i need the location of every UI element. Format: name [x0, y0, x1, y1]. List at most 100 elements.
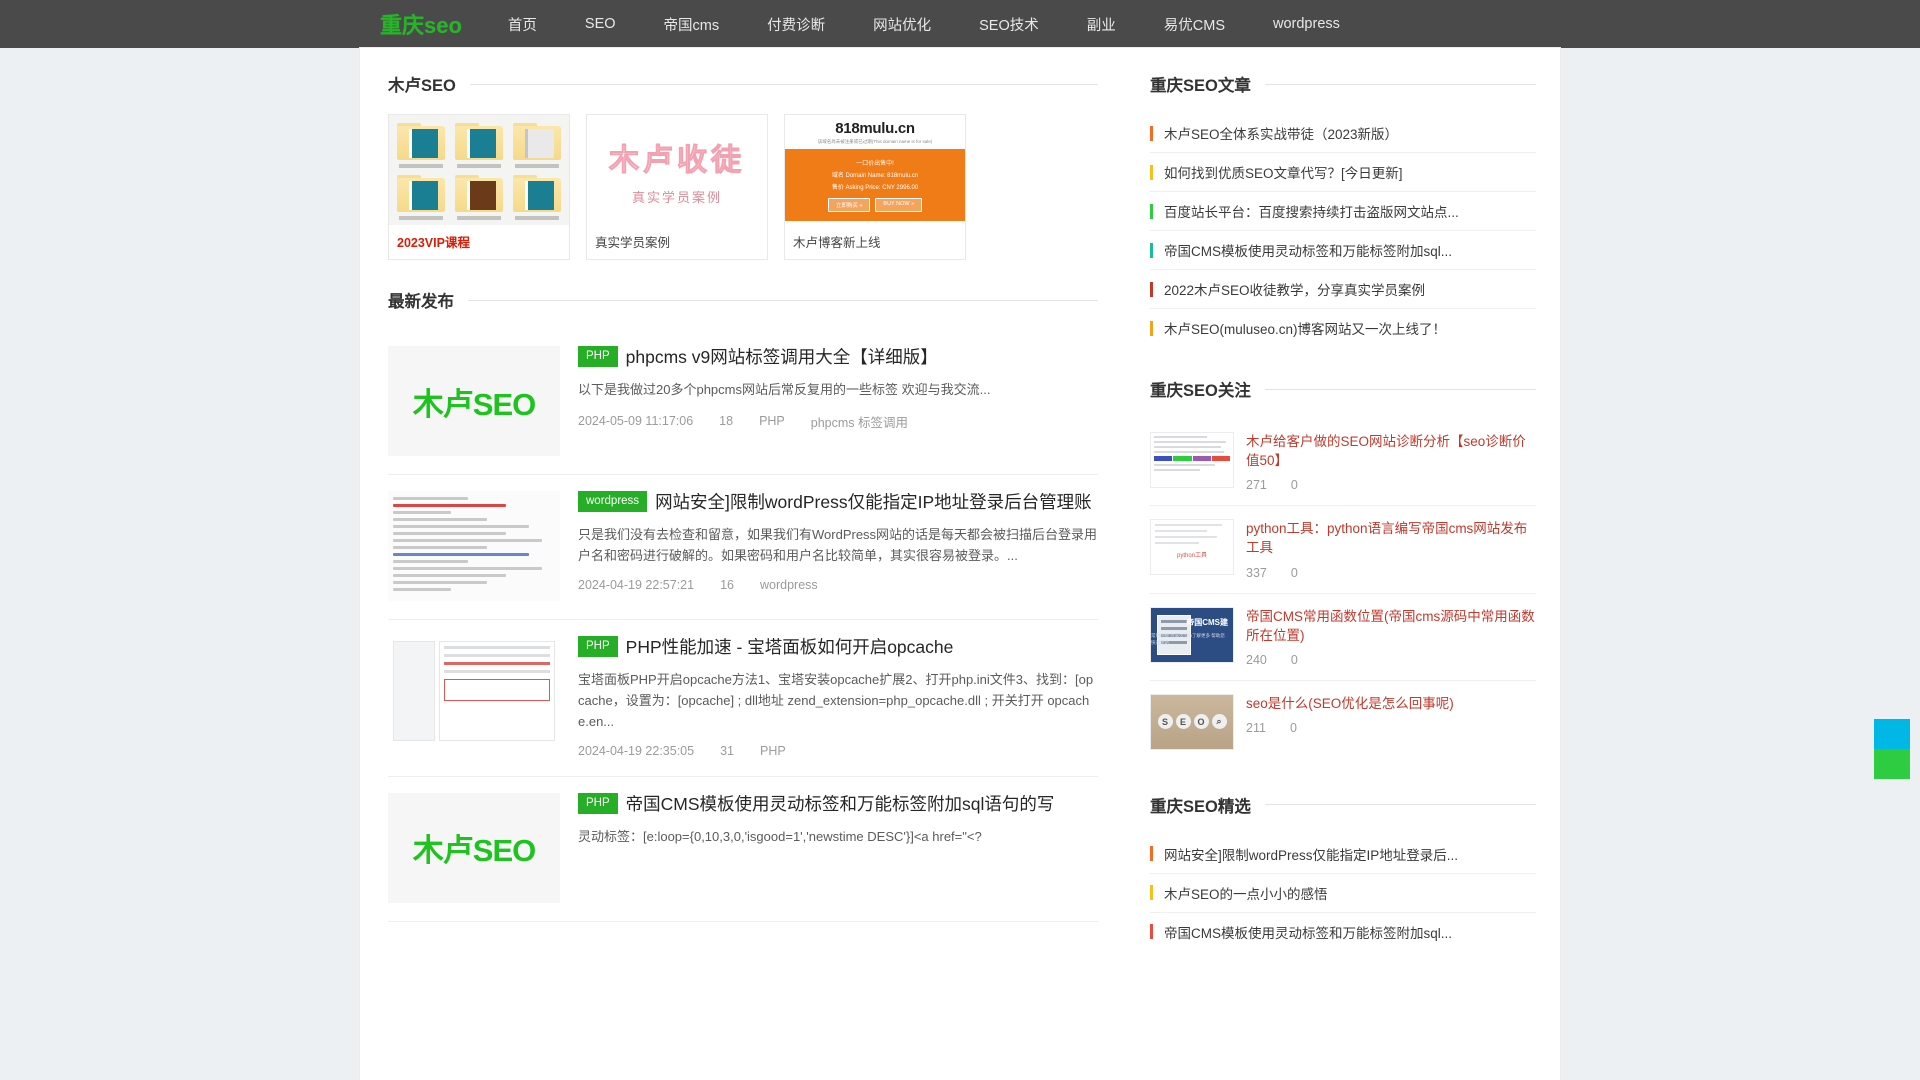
follow-card-comments: 0 — [1290, 478, 1298, 493]
article-thumbnail: 木卢SEO — [388, 346, 560, 456]
article-description: 只是我们没有去检查和留意，如果我们有WordPress网站的话是每天都会被扫描后… — [578, 526, 1098, 563]
accent-bar — [1150, 320, 1153, 336]
section-divider — [1264, 83, 1536, 85]
sidebar-article-link[interactable]: 木卢SEO(muluseo.cn)博客网站又一次上线了！ — [1150, 309, 1536, 347]
follow-card-comments: 0 — [1289, 721, 1297, 736]
article-category[interactable]: PHP — [759, 414, 785, 428]
latest-section-title: 最新发布 — [388, 293, 454, 311]
buy-now-button-cn[interactable]: 立即购买 » — [827, 198, 871, 212]
follow-card-stats: 211 0 — [1246, 721, 1536, 735]
nav-inner: 重庆seo 首页 SEO 帝国cms 付费诊断 网站优化 SEO技术 副业 易优… — [380, 8, 1540, 40]
floating-contact-widget[interactable] — [1874, 719, 1910, 779]
nav-item-seo-tech[interactable]: SEO技术 — [979, 14, 1039, 35]
article-title[interactable]: 帝国CMS模板使用灵动标签和万能标签附加sql语句的写 — [626, 794, 1055, 814]
sidebar-follow-header: 重庆SEO关注 — [1150, 377, 1536, 401]
nav-item-wordpress[interactable]: wordpress — [1273, 16, 1340, 32]
sidebar-article-link[interactable]: 帝国CMS模板使用灵动标签和万能标签附加sql... — [1150, 231, 1536, 270]
article-category[interactable]: wordpress — [760, 578, 818, 592]
accent-bar — [1150, 242, 1153, 258]
sidebar-pick-link[interactable]: 网站安全]限制wordPress仅能指定IP地址登录后... — [1150, 835, 1536, 874]
follow-card[interactable]: python工具 python工具：python语言编写帝国cms网站发布工具 … — [1150, 506, 1536, 594]
sidebar-pick-text[interactable]: 木卢SEO的一点小小的感悟 — [1164, 883, 1328, 903]
blue-thumb-subtitle: 常用函数 位置大全\n了解更多 帮助您快速建站 — [1151, 632, 1225, 646]
follow-card-stats: 271 0 — [1246, 478, 1536, 492]
sidebar-article-text[interactable]: 百度站长平台：百度搜索持续打击盗版网文站点... — [1164, 201, 1459, 221]
nav-item-home[interactable]: 首页 — [508, 14, 537, 35]
sidebar-article-link[interactable]: 木卢SEO全体系实战带徒（2023新版） — [1150, 114, 1536, 153]
nav-item-eyoucms[interactable]: 易优CMS — [1164, 14, 1225, 35]
article-body: PHP PHP性能加速 - 宝塔面板如何开启opcache 宝塔面板PHP开启op… — [578, 636, 1098, 758]
sidebar-article-text[interactable]: 帝国CMS模板使用灵动标签和万能标签附加sql... — [1164, 240, 1452, 260]
article-title-row: PHP PHP性能加速 - 宝塔面板如何开启opcache — [578, 636, 1098, 659]
follow-card-body: 木卢给客户做的SEO网站诊断分析【seo诊断价值50】 271 0 — [1246, 432, 1536, 492]
accent-bar — [1150, 846, 1153, 862]
follow-card[interactable]: 帝国CMS建 常用函数 位置大全\n了解更多 帮助您快速建站 帝国CMS常用函数… — [1150, 594, 1536, 681]
blue-thumb-title: 帝国CMS建 — [1186, 617, 1228, 627]
sidebar-article-link[interactable]: 百度站长平台：百度搜索持续打击盗版网文站点... — [1150, 192, 1536, 231]
article-thumbnail — [388, 636, 560, 746]
article-date: 2024-04-19 22:57:21 — [578, 577, 695, 592]
article-list-item[interactable]: 木卢SEO PHP phpcms v9网站标签调用大全【详细版】 以下是我做过20… — [388, 330, 1098, 475]
article-category-badge[interactable]: PHP — [578, 636, 618, 657]
article-body: PHP 帝国CMS模板使用灵动标签和万能标签附加sql语句的写 灵动标签：[e:l… — [578, 792, 1098, 859]
follow-card-title[interactable]: python工具：python语言编写帝国cms网站发布工具 — [1246, 519, 1536, 557]
featured-card-new-blog[interactable]: 818mulu.cn 该域名尚未被注册或已过期(This domain name… — [784, 114, 966, 260]
sidebar-pick-text[interactable]: 帝国CMS模板使用灵动标签和万能标签附加sql... — [1164, 922, 1452, 942]
featured-section-title: 木卢SEO — [388, 77, 456, 95]
article-category[interactable]: PHP — [760, 744, 786, 758]
follow-card-title[interactable]: seo是什么(SEO优化是怎么回事呢) — [1246, 694, 1536, 713]
follow-card-stats: 337 0 — [1246, 566, 1536, 580]
domain-note-text: 该域名尚未被注册或已过期(This domain name is for sal… — [817, 139, 933, 144]
sidebar-pick-link[interactable]: 木卢SEO的一点小小的感悟 — [1150, 874, 1536, 913]
featured-caption: 2023VIP课程 — [397, 236, 470, 250]
article-title[interactable]: PHP性能加速 - 宝塔面板如何开启opcache — [626, 637, 954, 657]
article-title[interactable]: 网站安全]限制wordPress仅能指定IP地址登录后台管理账 — [655, 492, 1092, 512]
sidebar-article-text[interactable]: 木卢SEO(muluseo.cn)博客网站又一次上线了！ — [1164, 318, 1446, 338]
follow-card-title[interactable]: 木卢给客户做的SEO网站诊断分析【seo诊断价值50】 — [1246, 432, 1536, 470]
article-date: 2024-04-19 22:35:05 — [578, 743, 695, 758]
sidebar-follow-title: 重庆SEO关注 — [1150, 382, 1251, 400]
sidebar-article-link[interactable]: 如何找到优质SEO文章代写？[今日更新] — [1150, 153, 1536, 192]
article-list-item[interactable]: wordpress 网站安全]限制wordPress仅能指定IP地址登录后台管理账… — [388, 475, 1098, 620]
article-view-count: 18 — [719, 414, 734, 429]
featured-caption: 真实学员案例 — [595, 236, 671, 250]
follow-card[interactable]: 木卢给客户做的SEO网站诊断分析【seo诊断价值50】 271 0 — [1150, 419, 1536, 507]
sidebar-follow-section: 重庆SEO关注 木卢给客户做的SEO网站诊断分析【seo诊断价值50】 271 — [1150, 377, 1536, 763]
student-cases-thumbnail-image: 木卢收徒 真实学员案例 — [587, 115, 767, 225]
sidebar-article-text[interactable]: 如何找到优质SEO文章代写？[今日更新] — [1164, 162, 1403, 182]
article-tags[interactable]: phpcms 标签调用 — [811, 412, 908, 431]
domain-price-line-1: 一口价出售中! — [856, 161, 894, 167]
nav-item-site-optimization[interactable]: 网站优化 — [873, 14, 931, 35]
sidebar-article-text[interactable]: 木卢SEO全体系实战带徒（2023新版） — [1164, 123, 1398, 143]
nav-item-empirecms[interactable]: 帝国cms — [664, 14, 720, 35]
sidebar-pick-text[interactable]: 网站安全]限制wordPress仅能指定IP地址登录后... — [1164, 844, 1458, 864]
article-category-badge[interactable]: wordpress — [578, 491, 648, 512]
buy-now-button-en[interactable]: BUY NOW » — [875, 198, 923, 212]
sidebar-article-text[interactable]: 2022木卢SEO收徒教学，分享真实学员案例 — [1164, 279, 1425, 299]
follow-card-stats: 240 0 — [1246, 653, 1536, 667]
nav-item-paid-diagnosis[interactable]: 付费诊断 — [767, 14, 825, 35]
qq-widget-icon[interactable] — [1874, 719, 1910, 749]
featured-card-vip-course[interactable]: 2023VIP课程 — [388, 114, 570, 260]
sidebar-pick-link[interactable]: 帝国CMS模板使用灵动标签和万能标签附加sql... — [1150, 913, 1536, 951]
article-view-count: 16 — [720, 577, 734, 592]
article-list-item[interactable]: PHP PHP性能加速 - 宝塔面板如何开启opcache 宝塔面板PHP开启op… — [388, 620, 1098, 777]
follow-card[interactable]: S E O ⌕ seo是什么(SEO优化是怎么回事呢) 211 0 — [1150, 681, 1536, 763]
nav-item-side-business[interactable]: 副业 — [1087, 14, 1116, 35]
site-logo[interactable]: 重庆seo — [380, 8, 462, 40]
accent-bar — [1150, 281, 1153, 297]
follow-card-title[interactable]: 帝国CMS常用函数位置(帝国cms源码中常用函数所在位置) — [1246, 607, 1536, 645]
nav-item-seo[interactable]: SEO — [585, 16, 616, 32]
article-category-badge[interactable]: PHP — [578, 346, 618, 367]
article-list-item[interactable]: 木卢SEO PHP 帝国CMS模板使用灵动标签和万能标签附加sql语句的写 灵动标… — [388, 777, 1098, 922]
sidebar-article-link[interactable]: 2022木卢SEO收徒教学，分享真实学员案例 — [1150, 270, 1536, 309]
section-divider — [468, 299, 1098, 301]
follow-card-thumbnail — [1150, 432, 1234, 488]
featured-card-student-cases[interactable]: 木卢收徒 真实学员案例 真实学员案例 — [586, 114, 768, 260]
domain-price-line-2: 域名 Domain Name: 818mulu.cn — [831, 173, 919, 179]
wechat-widget-icon[interactable] — [1874, 749, 1910, 779]
article-description: 以下是我做过20多个phpcms网站后常反复用的一些标签 欢迎与我交流... — [578, 381, 991, 397]
article-title[interactable]: phpcms v9网站标签调用大全【详细版】 — [626, 347, 938, 367]
article-category-badge[interactable]: PHP — [578, 792, 618, 814]
new-blog-thumbnail-image: 818mulu.cn 该域名尚未被注册或已过期(This domain name… — [785, 115, 965, 225]
